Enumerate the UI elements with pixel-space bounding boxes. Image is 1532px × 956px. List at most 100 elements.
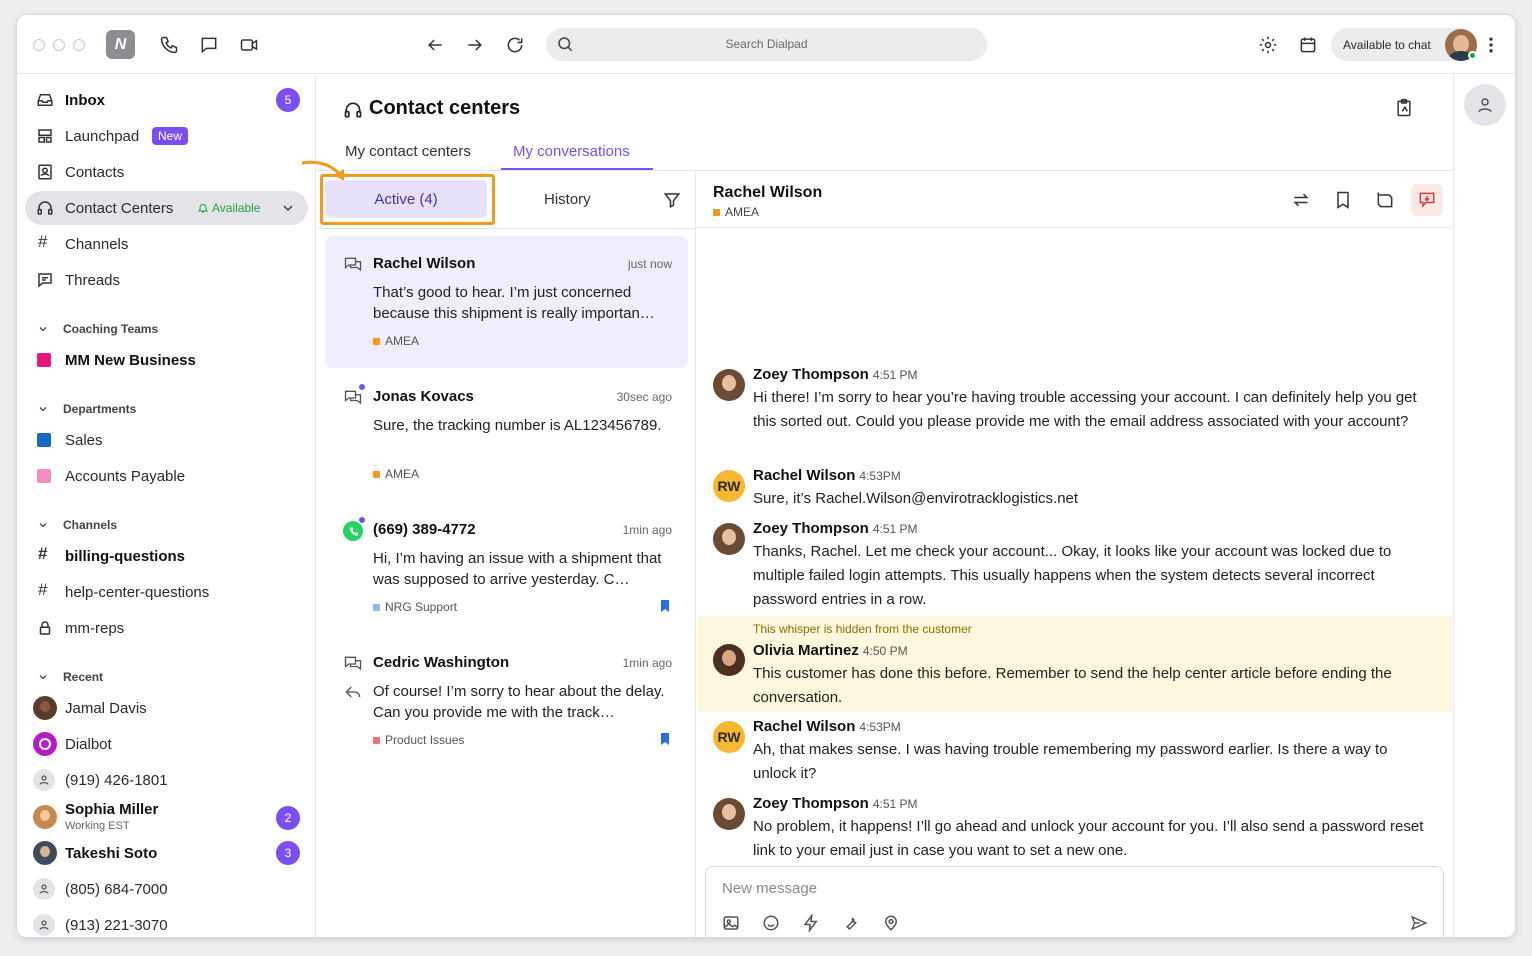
video-icon[interactable] bbox=[237, 33, 261, 57]
sidebar-item-channel[interactable]: mm-reps bbox=[25, 611, 308, 645]
conversation-item[interactable]: (669) 389-4772 1min ago Hi, I’m having a… bbox=[325, 502, 688, 634]
recent-item-label: (913) 221-3070 bbox=[65, 916, 168, 934]
search-input[interactable]: Search Dialpad bbox=[546, 28, 987, 61]
section-coaching-teams[interactable]: Coaching Teams bbox=[37, 322, 158, 336]
sidebar-item-contacts[interactable]: Contacts bbox=[25, 155, 308, 189]
recent-item[interactable]: Sophia Miller Working EST 2 bbox=[25, 799, 308, 837]
section-channels[interactable]: Channels bbox=[37, 518, 117, 532]
recent-item[interactable]: Dialbot bbox=[25, 727, 308, 761]
composer-placeholder: New message bbox=[722, 880, 818, 897]
section-recent[interactable]: Recent bbox=[37, 670, 103, 684]
filter-icon[interactable] bbox=[663, 191, 681, 209]
message-time: 4:51 PM bbox=[872, 368, 918, 382]
clipboard-icon[interactable] bbox=[1394, 98, 1416, 120]
chevron-down-icon[interactable] bbox=[280, 200, 296, 221]
bookmark-button[interactable] bbox=[1327, 184, 1359, 216]
bookmark-icon[interactable] bbox=[660, 733, 670, 745]
section-label: Coaching Teams bbox=[63, 322, 159, 336]
history-filter-button[interactable]: History bbox=[544, 191, 591, 208]
sidebar-item-channel[interactable]: # billing-questions bbox=[25, 539, 308, 573]
recent-item[interactable]: (919) 426-1801 bbox=[25, 763, 308, 797]
chat-region: AMEA bbox=[713, 205, 759, 219]
conversation-preview: Sure, the tracking number is AL123456789… bbox=[373, 417, 662, 434]
recent-item[interactable]: (805) 684-7000 bbox=[25, 872, 308, 906]
availability-status[interactable]: Available bbox=[197, 201, 260, 215]
headset-icon bbox=[36, 199, 54, 217]
recent-item-label: (919) 426-1801 bbox=[65, 771, 168, 789]
conversation-tag: Product Issues bbox=[373, 733, 464, 747]
dialbot-icon bbox=[33, 732, 57, 756]
sidebar-item-label: Contacts bbox=[65, 163, 125, 181]
recent-item[interactable]: (913) 221-3070 bbox=[25, 908, 308, 937]
online-indicator bbox=[1468, 51, 1477, 60]
sidebar-item-threads[interactable]: Threads bbox=[25, 263, 308, 297]
calendar-icon[interactable] bbox=[1296, 33, 1320, 57]
forward-arrow-icon[interactable] bbox=[463, 33, 487, 57]
recent-item[interactable]: Jamal Davis bbox=[25, 691, 308, 725]
team-color-swatch bbox=[37, 353, 51, 367]
page-title: Contact centers bbox=[369, 97, 521, 119]
right-sidebar bbox=[1453, 75, 1515, 937]
tag-label: NRG Support bbox=[385, 600, 458, 614]
message-sender: Rachel Wilson 4:53PM bbox=[753, 718, 901, 735]
sidebar-item-label: Launchpad bbox=[65, 127, 140, 145]
recent-item[interactable]: Takeshi Soto 3 bbox=[25, 836, 308, 870]
window-close-button[interactable] bbox=[33, 39, 45, 51]
contacts-icon bbox=[36, 163, 54, 181]
sidebar-item-inbox[interactable]: Inbox 5 bbox=[25, 83, 308, 117]
unread-badge: 3 bbox=[276, 841, 300, 865]
active-tab-indicator bbox=[501, 168, 653, 170]
lightning-icon[interactable] bbox=[802, 912, 822, 934]
search-placeholder: Search Dialpad bbox=[725, 37, 808, 51]
message-icon[interactable] bbox=[197, 33, 221, 57]
whisper-message: This whisper is hidden from the customer… bbox=[697, 616, 1452, 712]
conversation-time: just now bbox=[627, 257, 672, 271]
section-departments[interactable]: Departments bbox=[37, 402, 136, 416]
transfer-button[interactable] bbox=[1285, 184, 1317, 216]
wrap-up-button[interactable] bbox=[1369, 184, 1401, 216]
conversation-tag: NRG Support bbox=[373, 600, 457, 614]
message-composer[interactable]: New message bbox=[705, 866, 1444, 937]
sidebar-item-sales[interactable]: Sales bbox=[25, 423, 308, 457]
image-icon[interactable] bbox=[722, 914, 742, 934]
bookmark-icon[interactable] bbox=[660, 600, 670, 612]
more-vertical-icon[interactable] bbox=[1479, 33, 1503, 57]
conversation-item[interactable]: Jonas Kovacs 30sec ago Sure, the trackin… bbox=[325, 369, 688, 501]
tag-label: Product Issues bbox=[385, 733, 465, 747]
back-arrow-icon[interactable] bbox=[423, 33, 447, 57]
end-conversation-button[interactable] bbox=[1411, 184, 1443, 216]
sidebar-item-launchpad[interactable]: Launchpad New bbox=[25, 119, 308, 153]
sidebar-item-channel[interactable]: # help-center-questions bbox=[25, 575, 308, 609]
window-minimize-button[interactable] bbox=[53, 39, 65, 51]
message-time: 4:51 PM bbox=[872, 522, 918, 536]
sidebar-item-mm-new-business[interactable]: MM New Business bbox=[25, 343, 308, 377]
sidebar-item-accounts-payable[interactable]: Accounts Payable bbox=[25, 459, 308, 493]
chat-contact-name: Rachel Wilson bbox=[713, 184, 823, 201]
conversation-item[interactable]: Rachel Wilson just now That’s good to he… bbox=[325, 236, 688, 368]
gear-icon[interactable] bbox=[1256, 33, 1280, 57]
conversation-time: 1min ago bbox=[622, 656, 672, 670]
window-zoom-button[interactable] bbox=[73, 39, 85, 51]
conversation-list: Active (4) History Rachel Wilson just no… bbox=[317, 172, 696, 937]
conversation-tag: AMEA bbox=[373, 467, 419, 481]
chevron-down-icon bbox=[39, 327, 47, 332]
emoji-icon[interactable] bbox=[762, 914, 782, 934]
tag-label: AMEA bbox=[385, 334, 420, 348]
refresh-icon[interactable] bbox=[503, 33, 527, 57]
person-icon bbox=[33, 769, 55, 791]
sidebar-item-label: Threads bbox=[65, 271, 121, 289]
conversation-time: 1min ago bbox=[622, 523, 672, 537]
app-logo[interactable]: N bbox=[106, 30, 135, 59]
tag-label: AMEA bbox=[385, 467, 420, 481]
sidebar-item-channels[interactable]: # Channels bbox=[25, 227, 308, 261]
main-header: Contact centers My contact centers My co… bbox=[317, 75, 1452, 171]
contact-profile-button[interactable] bbox=[1464, 84, 1506, 126]
location-pin-icon[interactable] bbox=[882, 914, 902, 934]
conversation-item[interactable]: Cedric Washington 1min ago Of course! I’… bbox=[325, 635, 688, 767]
tab-my-contact-centers[interactable]: My contact centers bbox=[345, 143, 471, 160]
send-icon[interactable] bbox=[1410, 914, 1430, 934]
wrench-icon[interactable] bbox=[842, 914, 862, 934]
phone-icon[interactable] bbox=[157, 33, 181, 57]
sidebar-item-contact-centers[interactable]: Contact Centers Available bbox=[25, 191, 308, 225]
tab-my-conversations[interactable]: My conversations bbox=[513, 143, 630, 160]
